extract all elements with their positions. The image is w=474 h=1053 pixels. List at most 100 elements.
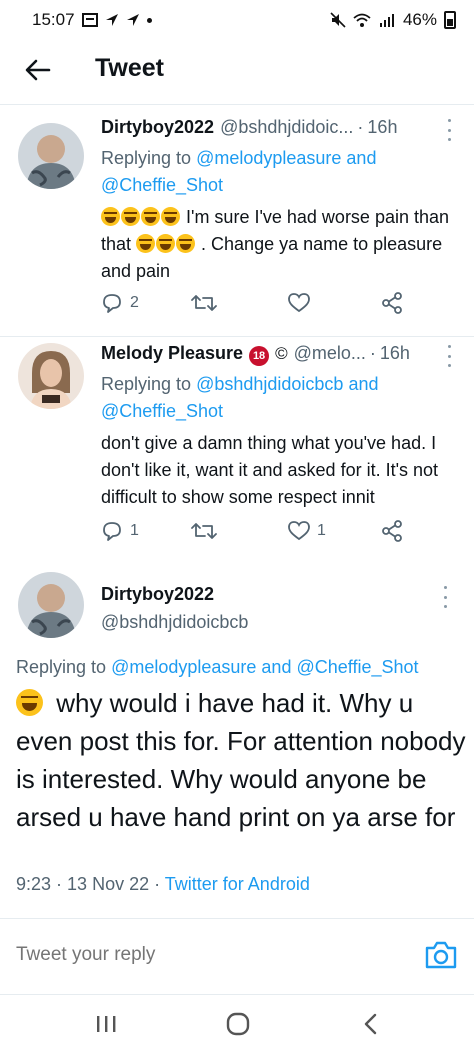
replying-to-label: Replying to <box>101 148 197 168</box>
replying-and: and <box>343 374 379 394</box>
retweet-button[interactable] <box>191 288 217 318</box>
author-handle[interactable]: @bshdhjdidoic... <box>220 117 353 138</box>
avatar[interactable] <box>18 343 84 409</box>
author-handle[interactable]: @melo... <box>294 343 366 364</box>
retweet-icon <box>191 295 217 311</box>
battery-icon <box>444 11 456 29</box>
more-options-icon[interactable] <box>442 119 456 141</box>
mention-link[interactable]: @melodypleasure <box>196 148 341 168</box>
reply-tweet[interactable]: Dirtyboy2022 @bshdhjdidoic... · 16h Repl… <box>0 105 474 345</box>
tweet-time: 9:23 <box>16 874 52 894</box>
camera-icon <box>425 941 457 969</box>
rofl-emoji-icon <box>141 207 160 226</box>
camera-button[interactable] <box>424 940 458 970</box>
reply-icon <box>103 294 121 313</box>
like-count: 1 <box>317 522 326 539</box>
navigation-arrow-icon <box>105 14 118 26</box>
tweet-meta: 9:23 · 13 Nov 22 · Twitter for Android <box>16 874 310 894</box>
status-right: 46% <box>330 10 456 30</box>
share-button[interactable] <box>381 288 403 318</box>
mute-icon <box>330 12 346 28</box>
reply-tweet[interactable]: Melody Pleasure 18 © @melo... · 16h Repl… <box>0 337 474 565</box>
reply-icon <box>103 522 121 541</box>
rofl-emoji-icon <box>161 207 180 226</box>
page-title: Tweet <box>95 54 164 82</box>
tweet-body: Dirtyboy2022 @bshdhjdidoic... · 16h Repl… <box>101 117 456 285</box>
main-tweet-text: why would i have had it. Why u even post… <box>16 684 466 836</box>
recent-apps-button[interactable] <box>86 1007 126 1041</box>
share-icon <box>382 292 402 314</box>
home-icon <box>226 1012 250 1036</box>
replying-and: and <box>256 657 297 677</box>
rofl-emoji-icon <box>136 234 156 253</box>
rofl-emoji-icon <box>121 207 140 226</box>
status-time: 15:07 <box>32 10 75 29</box>
reply-input[interactable] <box>16 944 396 966</box>
reply-button[interactable]: 1 <box>101 516 139 546</box>
dot-icon <box>146 17 152 23</box>
like-button[interactable] <box>288 288 310 318</box>
reply-button[interactable]: 2 <box>101 288 139 318</box>
author-name[interactable]: Melody Pleasure <box>101 343 243 364</box>
author-handle[interactable]: @bshdhjdidoicbcb <box>101 612 248 633</box>
avatar[interactable] <box>18 123 84 189</box>
tweet-time: 16h <box>367 117 398 137</box>
retweet-button[interactable] <box>191 516 217 546</box>
replying-to-label: Replying to <box>101 374 197 394</box>
rofl-emoji-icon <box>176 234 196 253</box>
tweet-date: 13 Nov 22 <box>67 874 150 894</box>
avatar[interactable] <box>18 572 84 638</box>
replying-to: Replying to @bshdhjdidoicbcb and @Cheffie… <box>101 371 456 425</box>
rofl-emoji-icon <box>156 234 176 253</box>
replying-to-label: Replying to <box>16 657 112 677</box>
mention-link[interactable]: @Cheffie_Shot <box>101 401 223 421</box>
tweet-header: Dirtyboy2022 @bshdhjdidoic... · 16h <box>101 117 456 143</box>
rofl-emoji-icon <box>101 207 120 226</box>
copyright-symbol: © <box>275 344 288 363</box>
author-name[interactable]: Dirtyboy2022 <box>101 117 214 138</box>
mention-link[interactable]: @bshdhjdidoicbcb <box>196 374 343 394</box>
mention-link[interactable]: @Cheffie_Shot <box>296 657 418 677</box>
battery-percent: 46% <box>402 10 437 29</box>
tweet-time: 16h <box>379 343 410 363</box>
share-button[interactable] <box>381 516 403 546</box>
navigation-arrow-icon <box>126 14 139 26</box>
replying-to: Replying to @melodypleasure and @Cheffie… <box>16 657 419 678</box>
replying-to: Replying to @melodypleasure and @Cheffie_… <box>101 145 456 199</box>
wifi-icon <box>353 13 371 27</box>
retweet-icon <box>191 523 217 539</box>
chevron-left-icon <box>364 1013 377 1035</box>
heart-icon <box>288 521 310 541</box>
back-button[interactable] <box>20 52 56 88</box>
heart-icon <box>288 293 310 313</box>
mention-link[interactable]: @melodypleasure <box>111 657 256 677</box>
back-arrow-icon <box>25 59 51 81</box>
tweet-body: Melody Pleasure 18 © @melo... · 16h Repl… <box>101 343 456 511</box>
back-nav-button[interactable] <box>350 1007 390 1041</box>
recent-apps-icon <box>97 1016 116 1032</box>
status-bar: 15:07 46% <box>0 0 474 40</box>
meta-divider <box>0 918 474 919</box>
separator-dot: · <box>357 117 364 137</box>
tweet-text: I'm sure I've had worse pain than that .… <box>101 204 456 285</box>
replying-and: and <box>341 148 377 168</box>
adult-18-icon: 18 <box>249 346 270 366</box>
signal-icon <box>379 13 394 27</box>
more-options-icon[interactable] <box>442 345 456 367</box>
like-button[interactable]: 1 <box>288 516 326 546</box>
separator-dot: · <box>369 343 376 363</box>
tweet-actions: 1 1 <box>101 516 411 546</box>
more-options-icon[interactable] <box>438 586 452 608</box>
home-button[interactable] <box>218 1007 258 1041</box>
tweet-header: Melody Pleasure 18 © @melo... · 16h <box>101 343 456 369</box>
gallery-icon <box>81 13 98 27</box>
tweet-text: don't give a damn thing what you've had.… <box>101 433 439 507</box>
status-left: 15:07 <box>32 10 152 30</box>
reply-count: 1 <box>130 522 139 539</box>
system-nav-bar <box>0 995 474 1053</box>
top-header: Tweet <box>0 40 474 100</box>
mention-link[interactable]: @Cheffie_Shot <box>101 175 223 195</box>
author-name[interactable]: Dirtyboy2022 <box>101 584 214 605</box>
tweet-source[interactable]: Twitter for Android <box>165 874 310 894</box>
share-icon <box>382 520 402 542</box>
